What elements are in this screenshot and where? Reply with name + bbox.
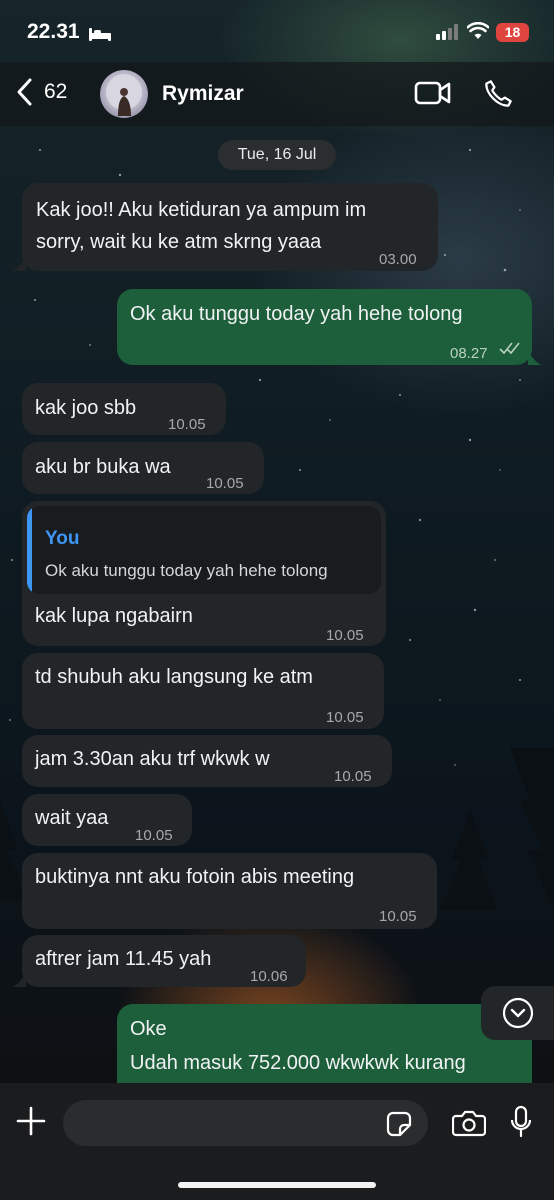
message-time: 10.05 [379, 908, 417, 925]
status-bar: 22.31 18 [0, 0, 554, 62]
message-bubble-outgoing[interactable]: Ok aku tunggu today yah hehe tolong 08.2… [117, 289, 532, 365]
bubble-tail [12, 973, 26, 987]
camera-icon[interactable] [452, 1109, 486, 1137]
message-time: 10.05 [326, 709, 364, 726]
sleep-focus-icon [89, 28, 111, 41]
message-text: jam 3.30an aku trf wkwk w [35, 748, 270, 770]
video-camera-icon[interactable] [414, 79, 452, 107]
bubble-tail [528, 351, 542, 365]
double-check-icon [499, 342, 520, 355]
message-time: 10.05 [206, 475, 244, 492]
message-text: aku br buka wa [35, 456, 171, 478]
chat-header: 62 Rymizar [0, 62, 554, 126]
bubble-tail [12, 257, 26, 271]
message-bubble-incoming[interactable]: aku br buka wa 10.05 [22, 442, 264, 494]
message-time: 10.05 [326, 627, 364, 644]
quote-text: Ok aku tunggu today yah hehe tolong [45, 561, 328, 580]
plus-icon[interactable] [15, 1105, 47, 1137]
message-text: sorry, wait ku ke atm skrng yaaa [36, 231, 322, 253]
quote-accent-bar [27, 506, 32, 594]
date-divider: Tue, 16 Jul [218, 140, 336, 170]
quote-author: You [45, 528, 80, 549]
message-bubble-incoming[interactable]: wait yaa 10.05 [22, 794, 192, 846]
contact-name[interactable]: Rymizar [162, 82, 244, 106]
home-indicator [178, 1182, 376, 1188]
unread-count: 62 [44, 80, 68, 103]
message-bubble-incoming[interactable]: Kak joo!! Aku ketiduran ya ampum im sorr… [22, 183, 438, 271]
message-text: kak joo sbb [35, 397, 137, 419]
message-text: kak lupa ngabairn [35, 605, 193, 627]
composer-bar [0, 1083, 554, 1200]
scroll-to-bottom-button[interactable] [481, 986, 554, 1040]
contact-avatar[interactable] [100, 70, 148, 118]
microphone-icon[interactable] [510, 1105, 532, 1139]
message-time: 10.05 [135, 827, 173, 844]
message-text: aftrer jam 11.45 yah [35, 948, 212, 970]
message-bubble-incoming[interactable]: aftrer jam 11.45 yah 10.06 [22, 935, 306, 987]
status-time: 22.31 [27, 20, 80, 43]
message-text: wait yaa [35, 807, 109, 829]
quoted-message[interactable]: You Ok aku tunggu today yah hehe tolong [27, 506, 381, 594]
message-text: Kak joo!! Aku ketiduran ya ampum im [36, 199, 367, 221]
message-time: 08.27 [450, 345, 488, 362]
message-text: buktinya nnt aku fotoin abis meeting [35, 866, 355, 888]
phone-icon[interactable] [482, 78, 514, 110]
message-time: 03.00 [379, 251, 417, 268]
message-bubble-incoming[interactable]: buktinya nnt aku fotoin abis meeting 10.… [22, 853, 437, 929]
message-text: Ok aku tunggu today yah hehe tolong [130, 303, 463, 325]
message-text: td shubuh aku langsung ke atm [35, 666, 313, 688]
chevron-down-circle-icon [502, 997, 534, 1029]
message-bubble-incoming[interactable]: jam 3.30an aku trf wkwk w 10.05 [22, 735, 392, 787]
battery-level: 18 [496, 23, 529, 42]
message-text: Oke [130, 1018, 167, 1040]
cellular-signal-icon [436, 24, 458, 40]
message-time: 10.05 [168, 416, 206, 433]
message-bubble-incoming-reply[interactable]: You Ok aku tunggu today yah hehe tolong … [22, 501, 386, 646]
avatar-image [106, 74, 142, 116]
sticker-icon[interactable] [386, 1111, 412, 1137]
back-button[interactable]: 62 [16, 77, 67, 107]
message-bubble-incoming[interactable]: kak joo sbb 10.05 [22, 383, 226, 435]
message-time: 10.06 [250, 968, 288, 985]
chevron-left-icon [17, 78, 32, 106]
message-input[interactable] [63, 1100, 428, 1146]
message-text: Udah masuk 752.000 wkwkwk kurang [130, 1052, 466, 1074]
wifi-icon [467, 22, 489, 39]
message-time: 10.05 [334, 768, 372, 785]
message-bubble-incoming[interactable]: td shubuh aku langsung ke atm 10.05 [22, 653, 384, 729]
